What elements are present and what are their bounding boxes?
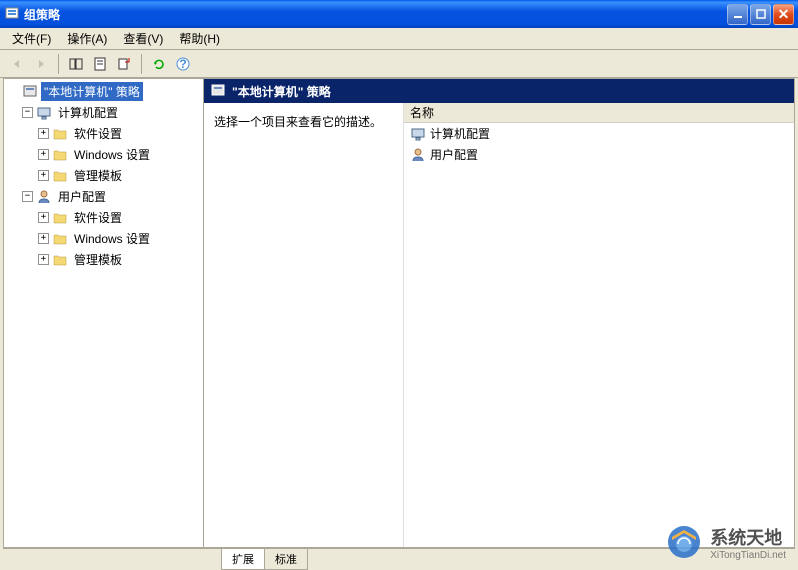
watermark-url: XiTongTianDi.net: [710, 550, 786, 561]
description-text: 选择一个项目来查看它的描述。: [214, 113, 393, 130]
help-button[interactable]: ?: [172, 53, 194, 75]
expand-icon[interactable]: +: [38, 254, 49, 265]
collapse-icon[interactable]: −: [22, 107, 33, 118]
list-column-header[interactable]: 名称: [404, 103, 794, 123]
toolbar: ?: [0, 50, 798, 78]
maximize-button[interactable]: [750, 4, 771, 25]
menu-help[interactable]: 帮助(H): [171, 28, 228, 49]
window-title: 组策略: [24, 6, 727, 23]
minimize-button[interactable]: [727, 4, 748, 25]
export-button[interactable]: [113, 53, 135, 75]
policy-icon: [210, 83, 226, 99]
folder-icon: [52, 147, 68, 163]
tree-label[interactable]: 计算机配置: [55, 103, 121, 122]
properties-button[interactable]: [89, 53, 111, 75]
watermark-logo-icon: [664, 522, 704, 562]
tree-user-software[interactable]: + 软件设置: [6, 207, 201, 228]
tree-root[interactable]: "本地计算机" 策略: [6, 81, 201, 102]
expand-icon[interactable]: +: [38, 212, 49, 223]
close-button[interactable]: ✕: [773, 4, 794, 25]
tab-extended[interactable]: 扩展: [221, 549, 265, 570]
details-header-text: "本地计算机" 策略: [232, 83, 331, 100]
list-item-user-config[interactable]: 用户配置: [404, 144, 794, 165]
folder-icon: [52, 231, 68, 247]
tree-user-windows[interactable]: + Windows 设置: [6, 228, 201, 249]
tree-label[interactable]: 软件设置: [71, 208, 125, 227]
user-icon: [410, 147, 426, 163]
toolbar-separator: [58, 54, 59, 74]
menu-view[interactable]: 查看(V): [115, 28, 171, 49]
list-item-computer-config[interactable]: 计算机配置: [404, 123, 794, 144]
list-column: 名称 计算机配置 用户配置: [404, 103, 794, 547]
tree-computer-templates[interactable]: + 管理模板: [6, 165, 201, 186]
svg-text:?: ?: [179, 57, 186, 71]
folder-icon: [52, 210, 68, 226]
menu-action[interactable]: 操作(A): [59, 28, 115, 49]
computer-icon: [410, 126, 426, 142]
expand-icon[interactable]: +: [38, 170, 49, 181]
tree-label[interactable]: Windows 设置: [71, 229, 153, 248]
tree-computer-config[interactable]: − 计算机配置: [6, 102, 201, 123]
tree-label[interactable]: 用户配置: [55, 187, 109, 206]
watermark-brand: 系统天地: [710, 524, 786, 550]
back-button: [6, 53, 28, 75]
folder-icon: [52, 126, 68, 142]
menu-bar: 文件(F) 操作(A) 查看(V) 帮助(H): [0, 28, 798, 50]
toggle-tree-button[interactable]: [65, 53, 87, 75]
tree-computer-windows[interactable]: + Windows 设置: [6, 144, 201, 165]
app-icon: [4, 6, 20, 22]
tree-label[interactable]: 管理模板: [71, 166, 125, 185]
user-icon: [36, 189, 52, 205]
tree-label[interactable]: 软件设置: [71, 124, 125, 143]
content-area: "本地计算机" 策略 − 计算机配置 + 软件设置 + Windows 设置 +…: [3, 78, 795, 548]
title-bar: 组策略 ✕: [0, 0, 798, 28]
window-controls: ✕: [727, 4, 794, 25]
tree-label[interactable]: 管理模板: [71, 250, 125, 269]
details-header: "本地计算机" 策略: [204, 79, 794, 103]
column-name-header: 名称: [410, 104, 434, 121]
description-column: 选择一个项目来查看它的描述。: [204, 103, 404, 547]
details-body: 选择一个项目来查看它的描述。 名称 计算机配置 用户配置: [204, 103, 794, 547]
expand-icon[interactable]: +: [38, 128, 49, 139]
watermark-text-block: 系统天地 XiTongTianDi.net: [710, 524, 786, 561]
expand-icon[interactable]: +: [38, 233, 49, 244]
tree-computer-software[interactable]: + 软件设置: [6, 123, 201, 144]
list-item-label: 计算机配置: [430, 125, 490, 142]
tree-user-templates[interactable]: + 管理模板: [6, 249, 201, 270]
folder-icon: [52, 252, 68, 268]
policy-icon: [22, 84, 38, 100]
expander-none: [8, 86, 19, 97]
list-item-label: 用户配置: [430, 146, 478, 163]
tree-panel[interactable]: "本地计算机" 策略 − 计算机配置 + 软件设置 + Windows 设置 +…: [4, 79, 204, 547]
menu-file[interactable]: 文件(F): [4, 28, 59, 49]
folder-icon: [52, 168, 68, 184]
collapse-icon[interactable]: −: [22, 191, 33, 202]
watermark: 系统天地 XiTongTianDi.net: [664, 522, 786, 562]
forward-button: [30, 53, 52, 75]
tree-root-label[interactable]: "本地计算机" 策略: [41, 82, 143, 101]
expand-icon[interactable]: +: [38, 149, 49, 160]
details-panel: "本地计算机" 策略 选择一个项目来查看它的描述。 名称 计算机配置 用户配置: [204, 79, 794, 547]
tree-label[interactable]: Windows 设置: [71, 145, 153, 164]
tab-standard[interactable]: 标准: [264, 549, 308, 570]
refresh-button[interactable]: [148, 53, 170, 75]
tree-user-config[interactable]: − 用户配置: [6, 186, 201, 207]
toolbar-separator: [141, 54, 142, 74]
computer-icon: [36, 105, 52, 121]
